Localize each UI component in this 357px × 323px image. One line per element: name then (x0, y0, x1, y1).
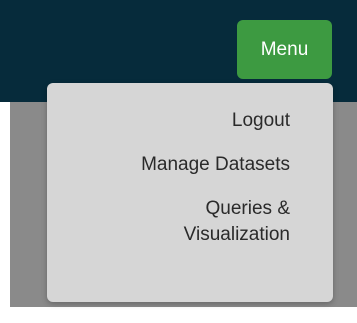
menu-item-queries-visualization[interactable]: Queries & Visualization (47, 196, 290, 248)
menu-button[interactable]: Menu (237, 20, 332, 79)
menu-dropdown: Logout Manage Datasets Queries & Visuali… (47, 83, 333, 302)
menu-item-manage-datasets[interactable]: Manage Datasets (47, 152, 290, 178)
menu-item-label-line2: Visualization (183, 224, 290, 245)
menu-item-label-line1: Queries & (205, 198, 290, 219)
page: Menu Logout Manage Datasets Queries & Vi… (0, 0, 357, 323)
menu-item-logout[interactable]: Logout (47, 108, 290, 134)
